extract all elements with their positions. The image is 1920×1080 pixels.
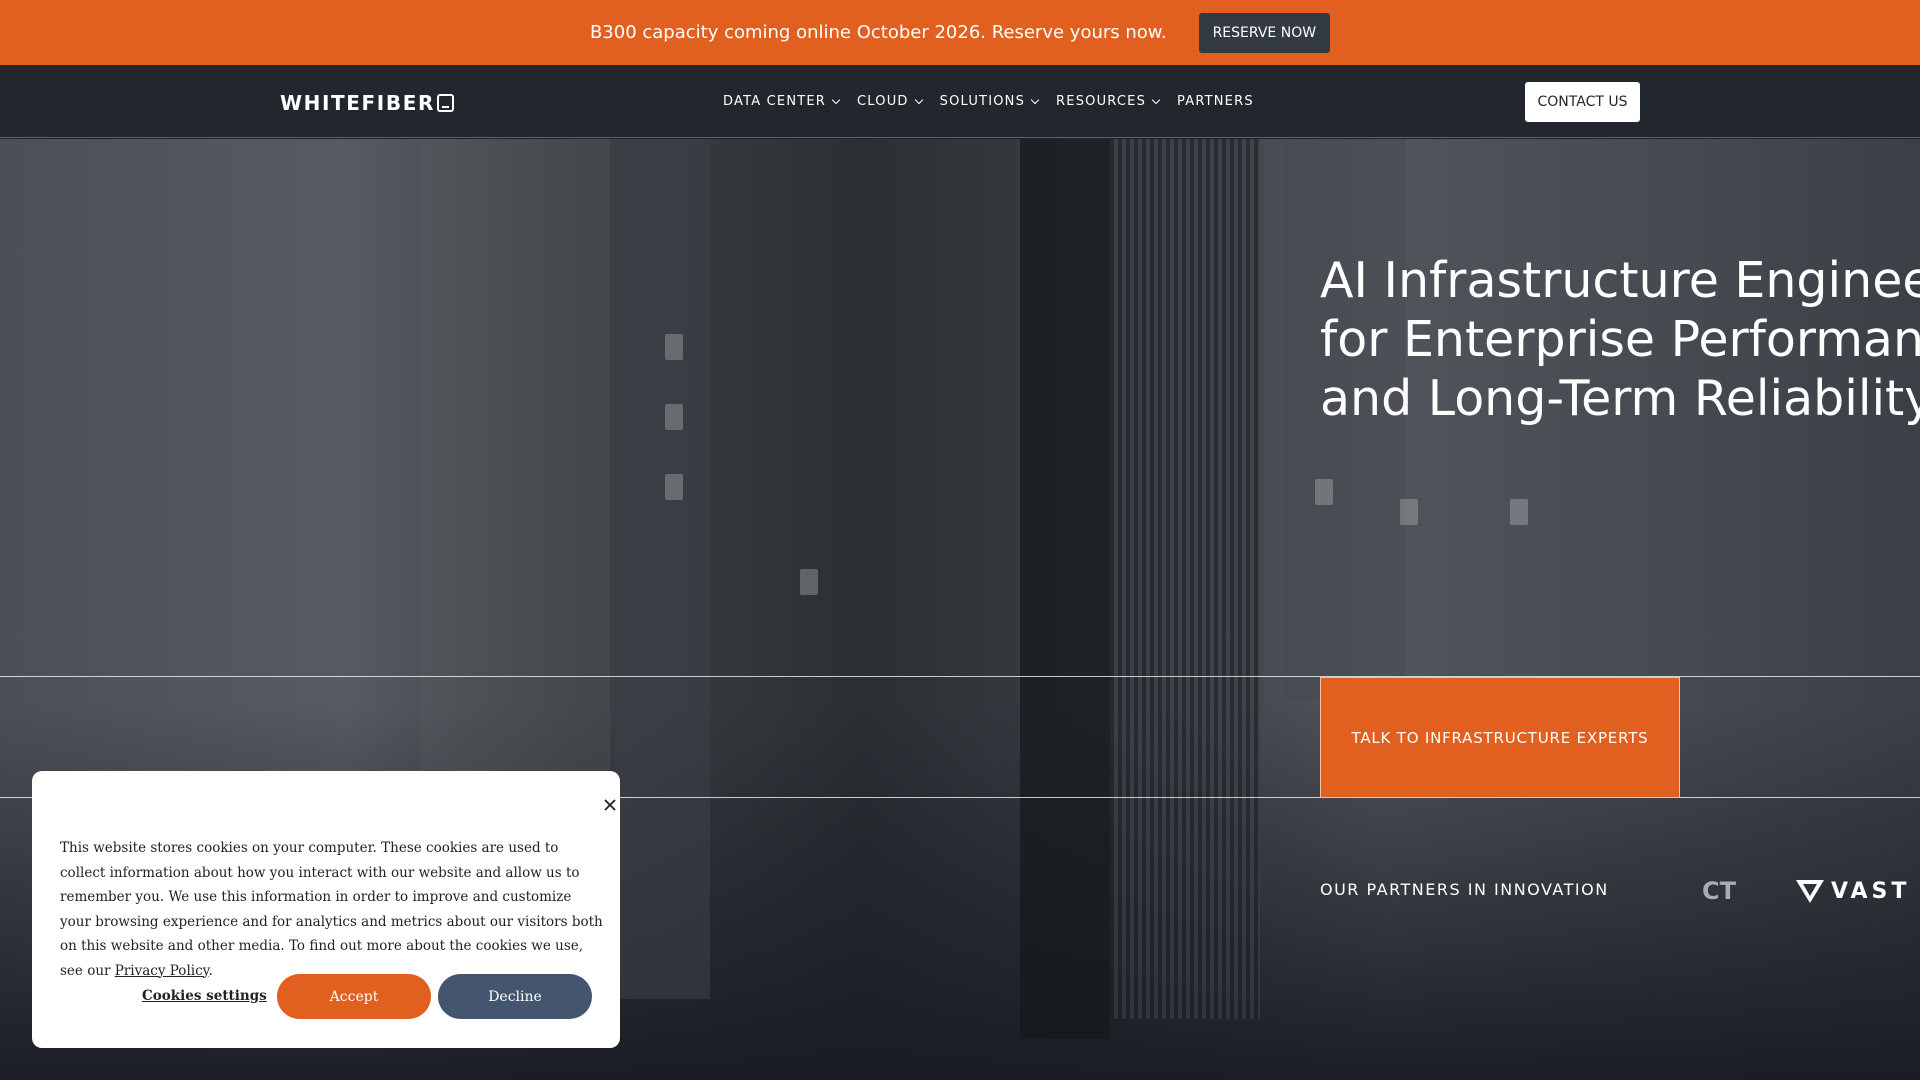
contact-us-button[interactable]: CONTACT US <box>1525 82 1640 122</box>
logo-box-icon <box>436 94 454 112</box>
announcement-text: B300 capacity coming online October 2026… <box>589 22 1167 43</box>
cookie-consent-dialog: This website stores cookies on your comp… <box>32 771 620 1048</box>
hero-background-rack <box>615 139 710 999</box>
nav-solutions[interactable]: SOLUTIONS <box>939 94 1040 109</box>
hero-background-light <box>800 569 818 595</box>
hero-background-light <box>1315 479 1333 505</box>
site-header: WHITEFIBER DATA CENTER CLOUD SOLUTIONS R… <box>0 65 1920 138</box>
partner-logo-partial: CT <box>1702 877 1736 905</box>
nav-data-center[interactable]: DATA CENTER <box>723 94 841 109</box>
logo-text: WHITEFIBER <box>280 91 435 115</box>
nav-label: DATA CENTER <box>723 94 827 109</box>
talk-to-experts-button[interactable]: TALK TO INFRASTRUCTURE EXPERTS <box>1320 677 1680 798</box>
cookies-settings-link[interactable]: Cookies settings <box>142 988 267 1004</box>
vast-v-icon <box>1796 880 1824 903</box>
hero-background-rack <box>1110 139 1260 1019</box>
hero-background-light <box>1510 499 1528 525</box>
main-nav: DATA CENTER CLOUD SOLUTIONS RESOURCES PA… <box>723 94 1254 109</box>
partner-logo-vast: VAST <box>1795 878 1910 904</box>
partners-label: OUR PARTNERS IN INNOVATION <box>1320 880 1609 899</box>
reserve-now-button[interactable]: RESERVE NOW <box>1198 12 1331 53</box>
privacy-policy-link[interactable]: Privacy Policy <box>115 963 209 979</box>
hero-title: AI Infrastructure Engineer for Enterpris… <box>1320 251 1920 428</box>
announcement-bar: B300 capacity coming online October 2026… <box>0 0 1920 65</box>
whitefiber-logo[interactable]: WHITEFIBER <box>280 91 454 115</box>
partner-logo-text: VAST <box>1831 878 1911 904</box>
chevron-down-icon <box>1030 95 1040 104</box>
nav-label: CLOUD <box>857 94 909 109</box>
hero-background-light <box>665 474 683 500</box>
nav-cloud[interactable]: CLOUD <box>857 94 923 109</box>
nav-partners[interactable]: PARTNERS <box>1177 94 1254 109</box>
chevron-down-icon <box>914 95 923 104</box>
nav-label: RESOURCES <box>1056 94 1147 109</box>
nav-label: SOLUTIONS <box>939 94 1026 109</box>
hero-title-line: AI Infrastructure Engineer <box>1320 252 1920 309</box>
chevron-down-icon <box>1151 95 1161 104</box>
hero-background-light <box>1400 499 1418 525</box>
cookie-text-end: . <box>208 962 213 979</box>
hero-background-light <box>665 334 683 360</box>
nav-resources[interactable]: RESOURCES <box>1056 94 1161 109</box>
hero-background-rack <box>1020 139 1110 1039</box>
cookie-message: This website stores cookies on your comp… <box>60 836 605 983</box>
hero-title-line: for Enterprise Performanc <box>1320 311 1920 368</box>
cookie-body: This website stores cookies on your comp… <box>60 840 603 979</box>
hero-background-light <box>665 404 683 430</box>
accept-button[interactable]: Accept <box>277 974 431 1019</box>
chevron-down-icon <box>831 95 841 104</box>
nav-label: PARTNERS <box>1177 94 1254 109</box>
decline-button[interactable]: Decline <box>438 974 592 1019</box>
close-icon[interactable] <box>602 797 618 813</box>
hero-title-line: and Long-Term Reliability <box>1320 370 1920 427</box>
